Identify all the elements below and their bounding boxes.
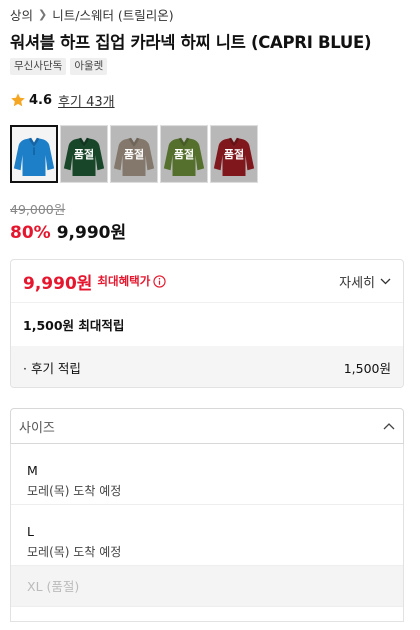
sweater-image xyxy=(11,126,57,182)
reviews-link[interactable]: 후기 43개 xyxy=(58,91,115,110)
thumbnail-green[interactable]: 품절 xyxy=(60,125,108,183)
review-points-label: · 후기 적립 xyxy=(23,361,81,376)
best-price: 9,990원 xyxy=(23,273,93,294)
benefit-box: 9,990원 최대혜택가 자세히 1,500원 최대적립 · 후기 적립 1,5… xyxy=(10,259,404,388)
info-icon[interactable] xyxy=(153,274,166,288)
price-row: 80% 9,990원 xyxy=(10,218,126,243)
size-option-m[interactable]: M 모레(목) 도착 예정 xyxy=(11,444,403,505)
rating-score: 4.6 xyxy=(29,92,53,108)
thumbnail-olive[interactable]: 품절 xyxy=(160,125,208,183)
size-select[interactable]: 사이즈 xyxy=(10,408,404,444)
rating-row: 4.6 후기 43개 xyxy=(10,91,115,110)
size-option-delivery: 모레(목) 도착 예정 xyxy=(27,545,122,559)
chevron-down-icon xyxy=(380,278,391,284)
size-option-xl: XL (품절) xyxy=(11,566,403,607)
review-points-row: · 후기 적립 1,500원 xyxy=(11,346,403,387)
sold-out-overlay: 품절 xyxy=(61,126,107,182)
size-option-l[interactable]: L 모레(목) 도착 예정 xyxy=(11,505,403,566)
original-price: 49,000원 xyxy=(10,202,66,217)
breadcrumb-item-knit[interactable]: 니트/스웨터 (트릴리온) xyxy=(52,5,173,24)
discount-rate: 80% xyxy=(10,223,51,243)
chevron-right-icon: ❯ xyxy=(38,7,48,21)
breadcrumb-item-top[interactable]: 상의 xyxy=(10,5,33,24)
size-option-name: L xyxy=(27,524,34,539)
detail-label: 자세히 xyxy=(339,275,375,291)
color-thumbnails: 품절 품절 품절 품절 xyxy=(10,125,258,183)
size-options-list: M 모레(목) 도착 예정 L 모레(목) 도착 예정 XL (품절) xyxy=(10,444,404,622)
sale-price: 9,990원 xyxy=(56,223,127,243)
tag-exclusive: 무신사단독 xyxy=(10,58,67,75)
best-price-row: 9,990원 최대혜택가 자세히 xyxy=(11,260,403,302)
thumbnail-capri-blue[interactable] xyxy=(10,125,58,183)
breadcrumb: 상의 ❯ 니트/스웨터 (트릴리온) xyxy=(10,5,174,23)
product-tags: 무신사단독 아울렛 xyxy=(10,58,108,75)
max-points-row: 1,500원 최대적립 xyxy=(11,302,403,346)
sold-out-overlay: 품절 xyxy=(161,126,207,182)
review-points-amount: 1,500원 xyxy=(343,361,391,376)
size-select-placeholder: 사이즈 xyxy=(19,420,55,436)
star-icon xyxy=(11,93,25,107)
sold-out-overlay: 품절 xyxy=(211,126,257,182)
detail-button[interactable]: 자세히 xyxy=(339,272,391,291)
size-option-name: XL (품절) xyxy=(27,579,80,594)
tag-outlet: 아울렛 xyxy=(70,58,108,75)
sold-out-overlay: 품절 xyxy=(111,126,157,182)
thumbnail-red[interactable]: 품절 xyxy=(210,125,258,183)
thumbnail-beige[interactable]: 품절 xyxy=(110,125,158,183)
size-option-delivery: 모레(목) 도착 예정 xyxy=(27,484,122,498)
size-option-name: M xyxy=(27,463,38,478)
best-price-label: 최대혜택가 xyxy=(97,274,151,288)
chevron-up-icon xyxy=(383,423,395,430)
product-title: 워셔블 하프 집업 카라넥 하찌 니트 (CAPRI BLUE) xyxy=(10,33,372,52)
